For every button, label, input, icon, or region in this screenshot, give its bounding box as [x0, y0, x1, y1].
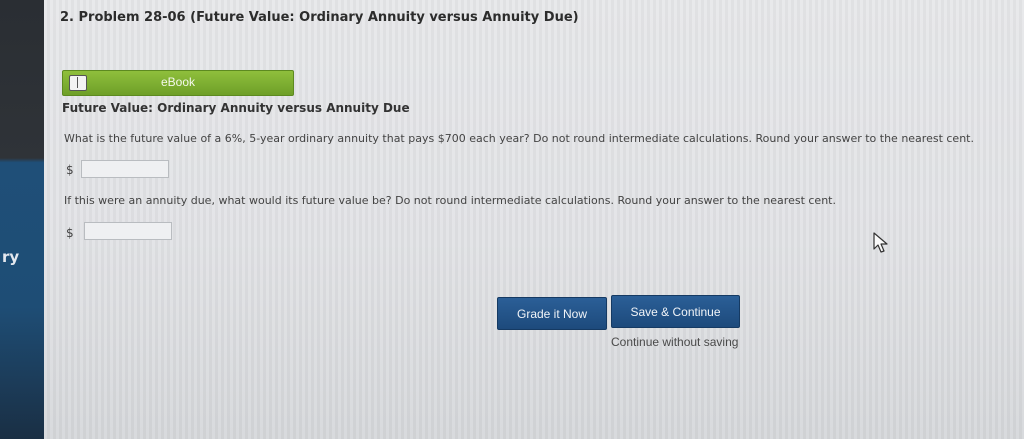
grade-it-now-button[interactable]: Grade it Now	[497, 297, 607, 330]
save-and-continue-button[interactable]: Save & Continue	[611, 295, 740, 328]
question-1-currency: $	[66, 163, 74, 177]
question-1-answer-input[interactable]	[81, 160, 169, 178]
problem-title: 2. Problem 28-06 (Future Value: Ordinary…	[60, 10, 579, 25]
question-2-text: If this were an annuity due, what would …	[64, 194, 836, 207]
sidebar-item-label[interactable]: ry	[2, 248, 19, 266]
mouse-pointer-icon	[873, 232, 888, 253]
question-1-text: What is the future value of a 6%, 5-year…	[64, 132, 974, 145]
ebook-button[interactable]: eBook	[62, 70, 294, 96]
question-2-currency: $	[66, 226, 74, 240]
section-heading: Future Value: Ordinary Annuity versus An…	[62, 101, 410, 115]
left-sidebar: ry	[0, 0, 44, 439]
ebook-label: eBook	[160, 75, 196, 89]
problem-panel: 2. Problem 28-06 (Future Value: Ordinary…	[44, 0, 1024, 439]
continue-without-saving-link[interactable]: Continue without saving	[611, 335, 738, 349]
question-2-answer-input[interactable]	[84, 222, 172, 240]
